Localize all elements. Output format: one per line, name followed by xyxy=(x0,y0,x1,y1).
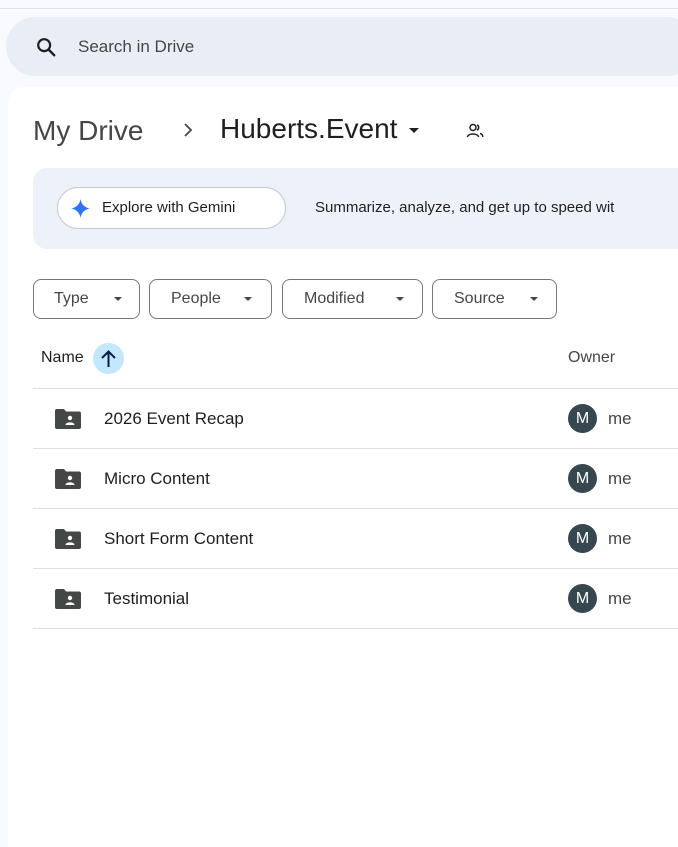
filter-source-chip[interactable]: Source xyxy=(432,279,557,319)
caret-down-icon xyxy=(396,297,404,301)
arrow-up-icon xyxy=(101,350,116,367)
filter-people-chip[interactable]: People xyxy=(149,279,272,319)
filter-source-label: Source xyxy=(454,290,505,307)
table-row[interactable]: Testimonial M me xyxy=(33,568,678,628)
column-header-owner[interactable]: Owner xyxy=(568,349,615,367)
row-owner: me xyxy=(608,409,632,428)
row-name: Testimonial xyxy=(104,589,190,608)
table-row[interactable]: Micro Content M me xyxy=(33,448,678,508)
caret-down-icon xyxy=(530,297,538,301)
shared-people-icon[interactable] xyxy=(465,121,485,141)
gemini-description: Summarize, analyze, and get up to speed … xyxy=(315,199,615,216)
filter-type-label: Type xyxy=(54,290,89,307)
caret-down-icon xyxy=(244,297,252,301)
row-owner: me xyxy=(608,589,632,608)
gemini-button-label: Explore with Gemini xyxy=(102,199,236,216)
shared-folder-icon xyxy=(55,469,81,489)
caret-down-icon xyxy=(114,297,122,301)
caret-down-icon xyxy=(409,128,420,133)
filter-modified-chip[interactable]: Modified xyxy=(282,279,423,319)
column-header-name[interactable]: Name xyxy=(41,349,84,367)
search-input[interactable] xyxy=(78,35,578,59)
gemini-banner: Explore with Gemini Summarize, analyze, … xyxy=(33,168,678,249)
filter-modified-label: Modified xyxy=(304,290,365,307)
breadcrumb: My Drive Huberts.Event xyxy=(33,113,420,149)
row-owner: me xyxy=(608,529,632,548)
avatar: M xyxy=(568,404,597,433)
shared-folder-icon xyxy=(55,529,81,549)
shared-folder-icon xyxy=(55,409,81,429)
explore-with-gemini-button[interactable]: Explore with Gemini xyxy=(57,187,286,229)
search-bar[interactable] xyxy=(6,17,678,76)
top-divider xyxy=(0,8,678,9)
row-name: Short Form Content xyxy=(104,529,254,548)
filter-people-label: People xyxy=(171,290,221,307)
search-icon[interactable] xyxy=(35,36,57,58)
list-bottom-divider xyxy=(33,628,678,629)
breadcrumb-current-label: Huberts.Event xyxy=(220,113,398,144)
avatar: M xyxy=(568,524,597,553)
row-name: Micro Content xyxy=(104,469,210,488)
chevron-right-icon xyxy=(184,123,193,137)
table-row[interactable]: Short Form Content M me xyxy=(33,508,678,568)
avatar: M xyxy=(568,584,597,613)
filter-type-chip[interactable]: Type xyxy=(33,279,140,319)
table-row[interactable]: 2026 Event Recap M me xyxy=(33,388,678,448)
row-owner: me xyxy=(608,469,632,488)
row-name: 2026 Event Recap xyxy=(104,409,244,428)
breadcrumb-my-drive[interactable]: My Drive xyxy=(33,115,143,147)
avatar: M xyxy=(568,464,597,493)
gemini-sparkle-icon xyxy=(71,199,90,218)
breadcrumb-current-folder[interactable]: Huberts.Event xyxy=(220,113,420,145)
sort-direction-button[interactable] xyxy=(93,343,124,374)
shared-folder-icon xyxy=(55,589,81,609)
